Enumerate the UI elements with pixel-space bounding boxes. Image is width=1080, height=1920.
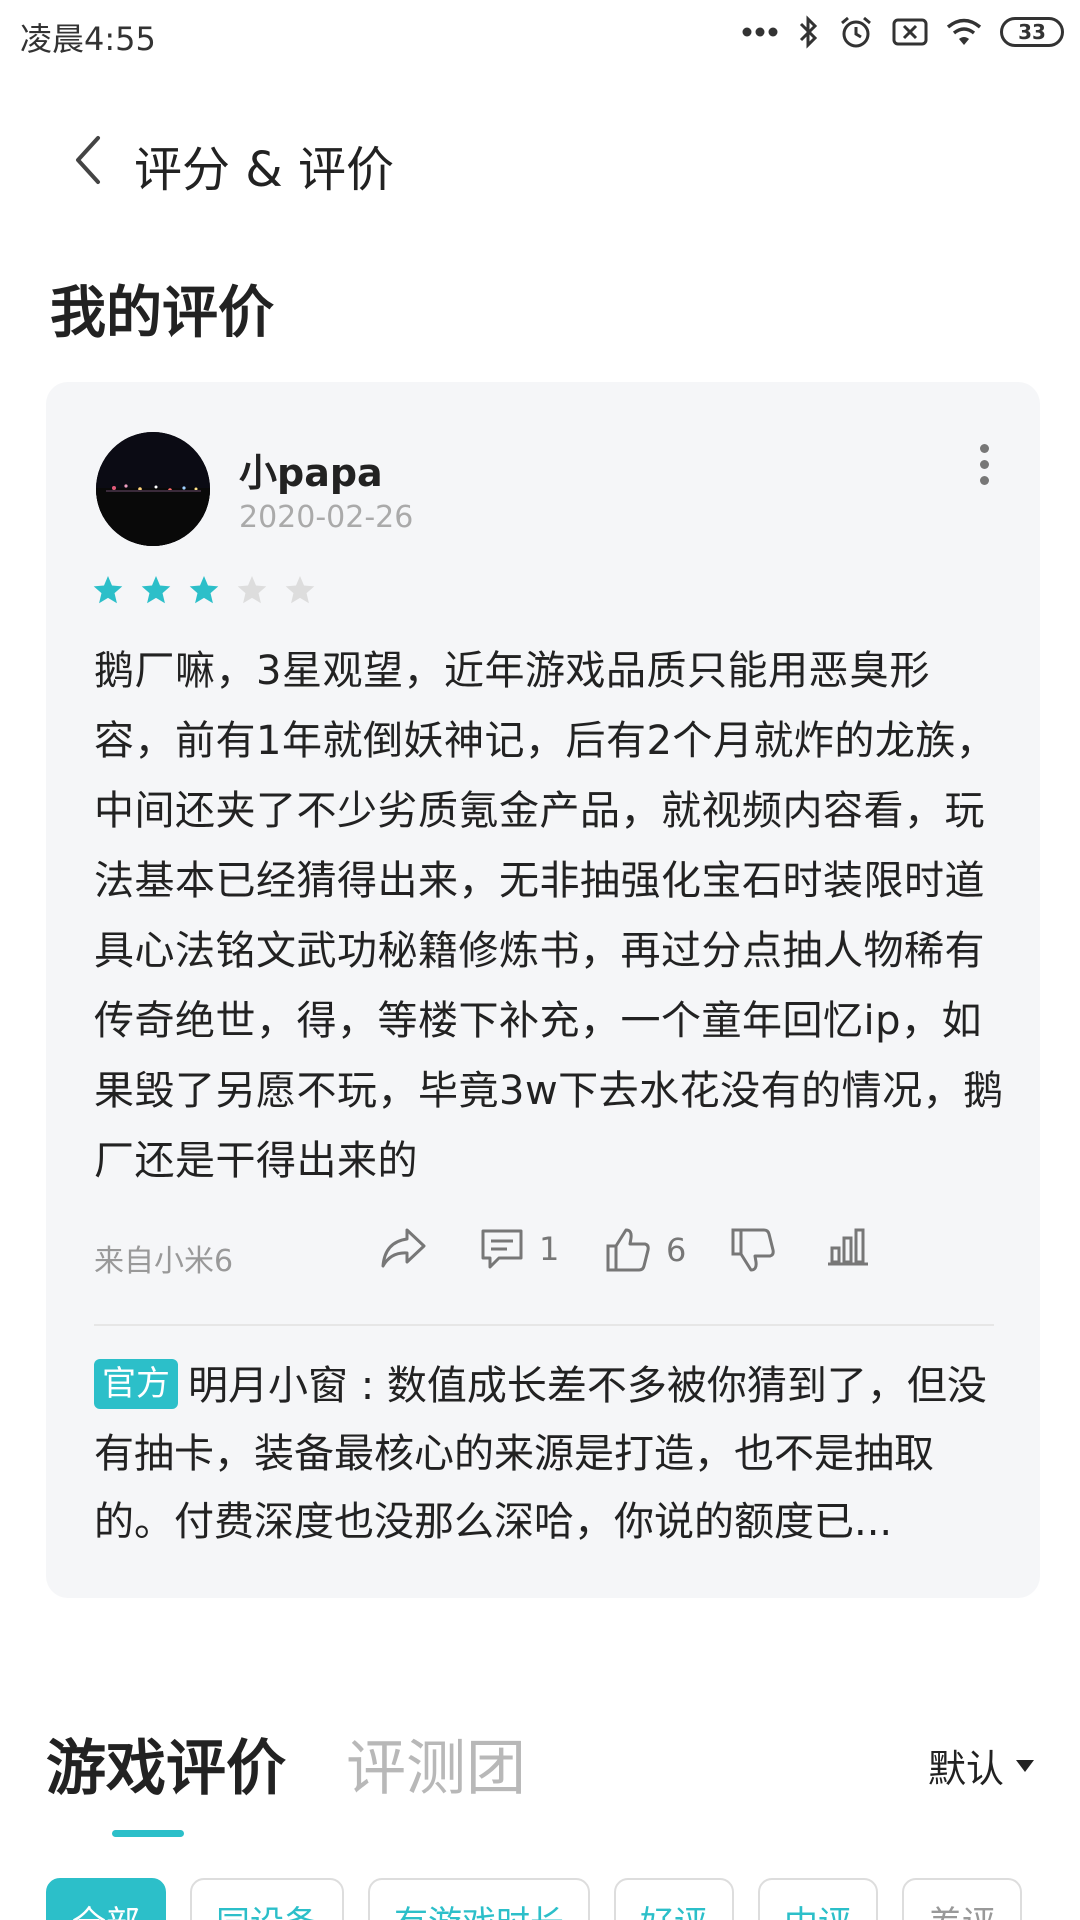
star-filled-icon bbox=[140, 574, 172, 606]
battery-icon: 33 bbox=[1000, 17, 1064, 47]
official-reply[interactable]: 官方 明月小窗 : 数值成长差不多被你猜到了，但没有抽卡，装备最核心的来源是打造，… bbox=[94, 1352, 1006, 1556]
status-icons: 33 bbox=[742, 14, 1064, 50]
alarm-icon bbox=[841, 16, 871, 48]
active-tab-indicator bbox=[112, 1830, 184, 1837]
more-dots-icon bbox=[742, 27, 778, 37]
official-reply-text: 明月小窗 : 数值成长差不多被你猜到了，但没有抽卡，装备最核心的来源是打造，也不… bbox=[94, 1363, 987, 1545]
review-actions: 来自小米6 1 6 bbox=[94, 1220, 994, 1290]
status-time: 凌晨4:55 bbox=[20, 20, 156, 58]
star-filled-icon bbox=[188, 574, 220, 606]
tab-review-team[interactable]: 评测团 bbox=[346, 1720, 526, 1807]
like-button[interactable]: 6 bbox=[604, 1226, 686, 1274]
bar-chart-icon bbox=[828, 1228, 868, 1266]
dislike-button[interactable] bbox=[729, 1226, 777, 1274]
sort-label: 默认 bbox=[927, 1747, 1004, 1791]
sim-off-icon bbox=[892, 18, 928, 46]
star-rating bbox=[92, 574, 316, 606]
like-count: 6 bbox=[666, 1231, 687, 1269]
filter-chips: 全部 同设备 有游戏时长 好评 中评 差评 bbox=[46, 1878, 1022, 1920]
wifi-icon bbox=[946, 18, 982, 45]
filter-chip-playtime[interactable]: 有游戏时长 bbox=[368, 1878, 590, 1920]
bluetooth-icon bbox=[799, 15, 818, 49]
my-review-card[interactable]: 小papa 2020-02-26 鹅厂嘛，3星观望，近年游戏品质只能用恶臭形容，… bbox=[46, 382, 1040, 1598]
filter-chip-negative[interactable]: 差评 bbox=[902, 1878, 1022, 1920]
share-icon bbox=[381, 1228, 426, 1268]
review-date: 2020-02-26 bbox=[239, 500, 414, 535]
battery-level: 33 bbox=[1018, 20, 1046, 44]
review-tabs: 游戏评价 评测团 默认 bbox=[46, 1720, 1046, 1840]
avatar-image bbox=[96, 432, 210, 546]
star-empty-icon bbox=[284, 574, 316, 606]
divider bbox=[94, 1324, 994, 1326]
more-options-icon[interactable] bbox=[978, 444, 990, 485]
page-title: 评分 & 评价 bbox=[134, 142, 394, 198]
thumbs-down-icon bbox=[731, 1228, 775, 1272]
my-review-heading: 我的评价 bbox=[50, 281, 274, 346]
avatar[interactable] bbox=[96, 432, 210, 546]
device-label: 来自小米6 bbox=[94, 1244, 234, 1279]
star-filled-icon bbox=[92, 574, 124, 606]
comment-count: 1 bbox=[539, 1230, 560, 1268]
sort-dropdown[interactable]: 默认 bbox=[928, 1738, 1034, 1793]
tab-game-reviews[interactable]: 游戏评价 bbox=[46, 1720, 286, 1807]
caret-down-icon bbox=[1016, 1759, 1034, 1772]
official-badge: 官方 bbox=[94, 1359, 178, 1409]
stats-button[interactable] bbox=[826, 1226, 870, 1266]
star-empty-icon bbox=[236, 574, 268, 606]
top-nav: 评分 & 评价 bbox=[0, 110, 1080, 210]
username[interactable]: 小papa bbox=[239, 442, 383, 497]
status-bar: 凌晨4:55 33 bbox=[0, 0, 1080, 72]
thumbs-up-icon bbox=[606, 1228, 650, 1272]
filter-chip-positive[interactable]: 好评 bbox=[614, 1878, 734, 1920]
filter-chip-neutral[interactable]: 中评 bbox=[758, 1878, 878, 1920]
comment-icon bbox=[481, 1229, 523, 1269]
filter-chip-all[interactable]: 全部 bbox=[46, 1878, 166, 1920]
comment-button[interactable]: 1 bbox=[479, 1226, 559, 1272]
share-button[interactable] bbox=[379, 1226, 427, 1270]
filter-chip-same-device[interactable]: 同设备 bbox=[190, 1878, 344, 1920]
back-arrow-icon[interactable] bbox=[64, 130, 114, 190]
review-text[interactable]: 鹅厂嘛，3星观望，近年游戏品质只能用恶臭形容，前有1年就倒妖神记，后有2个月就炸… bbox=[94, 636, 1004, 1196]
